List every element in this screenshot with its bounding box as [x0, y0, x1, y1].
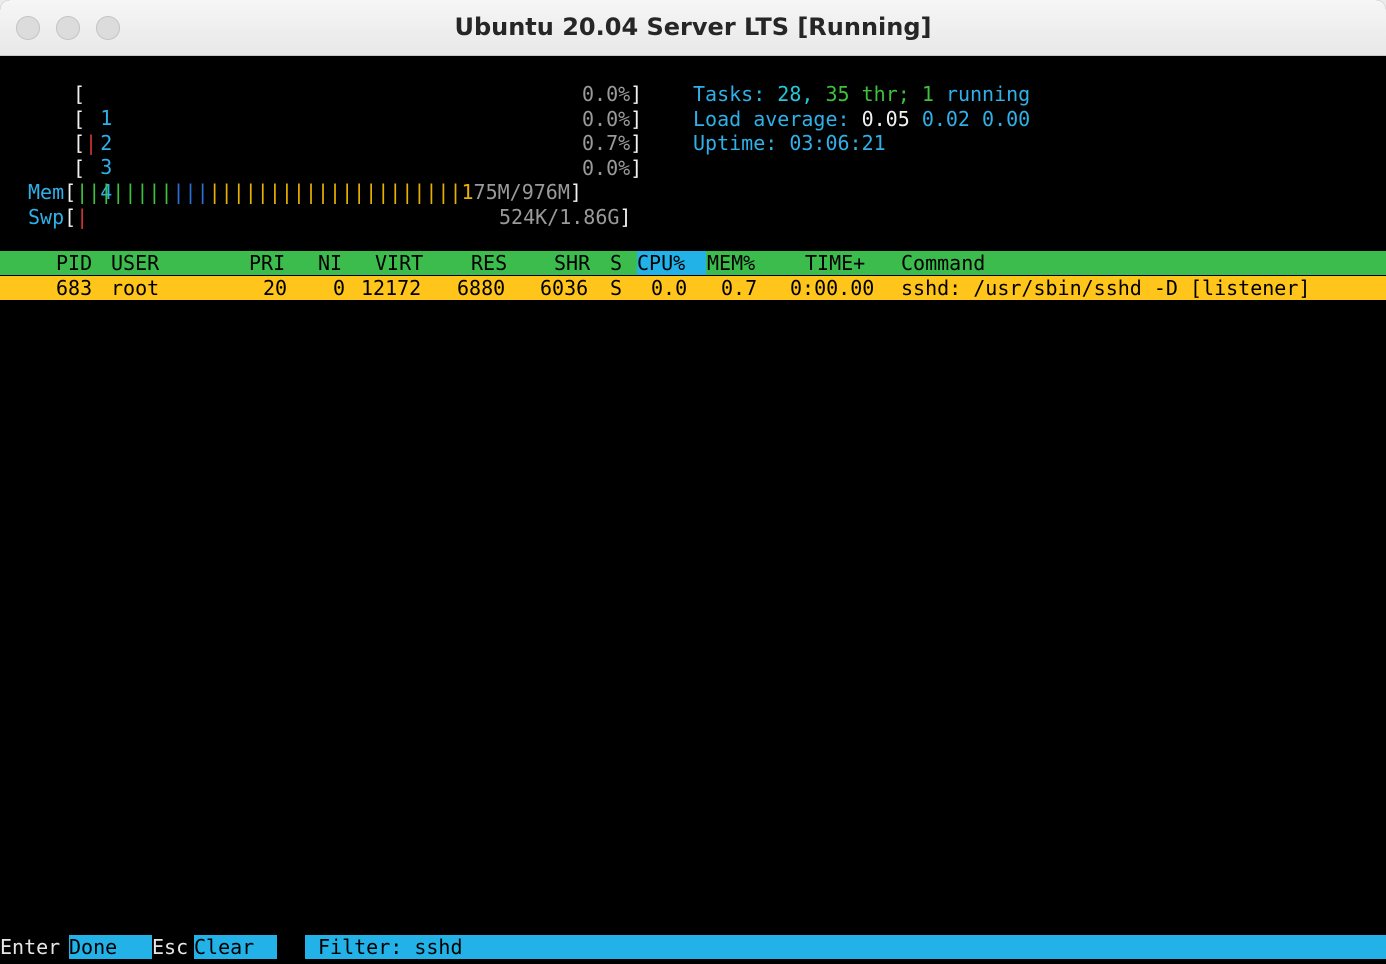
- vm-window: Ubuntu 20.04 Server LTS [Running] 1 [ 0.…: [0, 0, 1386, 964]
- mem-meter: Mem[||||||||||||||||||||||||||||||||175M…: [28, 180, 582, 204]
- swap-label: Swp: [28, 205, 65, 229]
- row-pri: 20: [263, 276, 288, 300]
- row-pid: 683: [56, 276, 93, 300]
- col-shr[interactable]: SHR: [554, 251, 590, 275]
- cpu-meter-open-bracket: [: [73, 156, 86, 180]
- swap-bar: |: [76, 205, 89, 229]
- row-time: 0:00.00: [790, 276, 875, 300]
- load-5: 0.02: [921, 107, 970, 131]
- col-state[interactable]: S: [610, 251, 622, 275]
- col-virt[interactable]: VIRT: [375, 251, 423, 275]
- cpu-meter-4: 4: [28, 156, 112, 204]
- cpu-meter-open-bracket: [|: [73, 131, 98, 155]
- window-title: Ubuntu 20.04 Server LTS [Running]: [454, 13, 932, 41]
- tasks-count: 28,: [777, 82, 814, 106]
- swap-meter: Swp[|: [28, 205, 89, 229]
- cpu-meter-value: 0.0%]: [582, 107, 643, 131]
- mem-bar-cache: |||||||||||||||||||||1: [208, 180, 474, 204]
- uptime: Uptime: 03:06:21: [693, 131, 886, 155]
- cpu-meter-open-bracket: [: [73, 107, 86, 131]
- col-command[interactable]: Command: [901, 251, 985, 275]
- function-key-bar: Enter Done Esc Clear Filter: sshd: [0, 935, 1386, 960]
- filter-bar[interactable]: Filter: sshd: [305, 935, 1386, 960]
- col-cpu-sorted[interactable]: CPU%: [637, 251, 706, 276]
- load-1: 0.05: [861, 107, 910, 131]
- filter-input[interactable]: sshd: [414, 935, 462, 959]
- cpu-meter-value: 0.0%]: [582, 82, 643, 106]
- cpu-meter-value: 0.0%]: [582, 156, 643, 180]
- swap-value: 524K/1.86G: [499, 205, 620, 229]
- col-mem[interactable]: MEM%: [707, 251, 755, 275]
- cpu-meter-3: 3: [28, 131, 112, 179]
- row-user: root: [111, 276, 160, 300]
- col-pri[interactable]: PRI: [249, 251, 285, 275]
- process-table-header: PID USER PRI NI VIRT RES SHR S CPU% MEM%…: [0, 251, 1386, 276]
- col-ni[interactable]: NI: [318, 251, 342, 275]
- col-user[interactable]: USER: [111, 251, 159, 275]
- table-row[interactable]: 683 root 20 0 12172 6880 6036 S 0.0 0.7 …: [0, 276, 1386, 301]
- load-average: Load average: 0.05 0.02 0.00: [693, 107, 1031, 131]
- cpu-meter-2: 2: [28, 107, 112, 155]
- col-time[interactable]: TIME+: [805, 251, 865, 275]
- cpu-meter-value: 0.7%]: [582, 131, 643, 155]
- col-res[interactable]: RES: [471, 251, 507, 275]
- col-pid[interactable]: PID: [56, 251, 92, 275]
- done-button[interactable]: Done: [69, 935, 152, 960]
- threads-count: 35: [825, 82, 850, 106]
- cpu-bar: |: [85, 131, 98, 155]
- row-shr: 6036: [540, 276, 589, 300]
- row-cpu: 0.0: [651, 276, 688, 300]
- mem-bar-buffers: |||: [172, 180, 209, 204]
- mem-bar-used: ||||||||: [76, 180, 173, 204]
- swap-value-wrap: 524K/1.86G]: [499, 205, 632, 229]
- clear-button[interactable]: Clear: [194, 935, 277, 960]
- uptime-value: 03:06:21: [789, 131, 886, 155]
- title-bar[interactable]: Ubuntu 20.04 Server LTS [Running]: [0, 0, 1386, 56]
- enter-key: Enter: [0, 935, 61, 959]
- cpu-meter-1: 1: [28, 82, 112, 130]
- tasks-summary: Tasks: 28, 35 thr; 1 running: [693, 82, 1031, 106]
- row-command: sshd: /usr/sbin/sshd -D [listener]: [901, 276, 1311, 300]
- row-mem: 0.7: [721, 276, 758, 300]
- mem-value: 75M/976M: [473, 180, 570, 204]
- row-virt: 12172: [361, 276, 422, 300]
- mem-label: Mem: [28, 180, 65, 204]
- filter-label: Filter:: [318, 935, 403, 959]
- esc-key: Esc: [152, 935, 189, 959]
- row-state: S: [610, 276, 623, 300]
- load-15: 0.00: [982, 107, 1031, 131]
- cpu-meter-open-bracket: [: [73, 82, 86, 106]
- running-count: 1: [921, 82, 934, 106]
- row-ni: 0: [333, 276, 346, 300]
- terminal-screen[interactable]: 1 [ 0.0%] 2 [ 0.0%] 3 [| 0.7%] 4 [ 0.0%]…: [0, 56, 1386, 964]
- row-res: 6880: [457, 276, 506, 300]
